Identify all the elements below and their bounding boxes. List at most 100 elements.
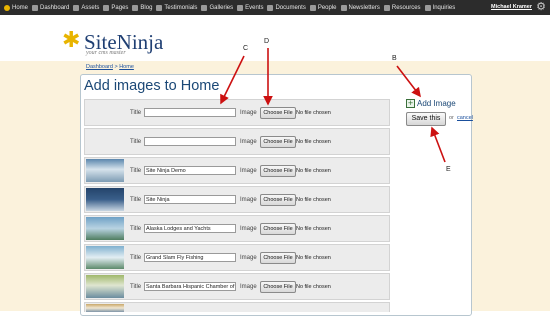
image-thumbnail [86,217,124,240]
image-row: Title Santa Barbara Hispanic Chamber of … [84,273,390,300]
title-label: Title [130,284,142,290]
image-thumbnail [86,246,124,269]
image-row: Title Image Choose File No file chosen [84,128,390,155]
add-image-label: Add Image [417,99,456,108]
choose-file-button[interactable]: Choose File [260,194,296,206]
image-label: Image [240,197,257,203]
image-label: Image [240,110,257,116]
choose-file-button[interactable]: Choose File [260,107,296,119]
newsletters-icon [340,4,347,11]
no-file-text: No file chosen [296,284,331,290]
nav-label: Dashboard [40,4,70,11]
choose-file-button[interactable]: Choose File [260,165,296,177]
star-logo-icon: ✱ [62,28,81,53]
or-text: or [449,115,454,121]
image-thumbnail [86,188,124,211]
title-input[interactable]: Site Ninja Demo [144,166,236,175]
nav-label: Blog [140,4,153,11]
nav-label: Inquiries [432,4,456,11]
title-label: Title [130,255,142,261]
dashboard-icon [32,4,39,11]
page-title: Add images to Home [84,78,220,94]
annotation-label-c: C [243,45,249,52]
title-label: Title [130,110,142,116]
header [0,15,550,61]
image-label: Image [240,255,257,261]
image-label: Image [240,139,257,145]
events-icon [237,4,244,11]
nav-item-galleries[interactable]: Galleries [201,4,234,11]
nav-label: Documents [275,4,306,11]
choose-file-button[interactable]: Choose File [260,281,296,293]
title-label: Title [130,139,142,145]
image-thumbnail [86,159,124,182]
breadcrumb-home-link[interactable]: Home [119,64,134,70]
choose-file-button[interactable]: Choose File [260,136,296,148]
nav-item-testimonials[interactable]: Testimonials [156,4,198,11]
nav-item-events[interactable]: Events [237,4,264,11]
nav-item-resources[interactable]: Resources [383,4,421,11]
nav-label: Home [12,4,29,11]
nav-label: Testimonials [164,4,198,11]
nav-item-newsletters[interactable]: Newsletters [340,4,380,11]
assets-icon [73,4,80,11]
documents-icon [267,4,274,11]
nav-item-blog[interactable]: Blog [132,4,153,11]
people-icon [309,4,316,11]
title-input[interactable] [144,137,236,146]
nav-label: Galleries [209,4,234,11]
image-row: Title Grand Slam Fly Fishing Image Choos… [84,244,390,271]
nav-label: Events [245,4,264,11]
cancel-link[interactable]: cancel [457,115,473,121]
no-file-text: No file chosen [296,168,331,174]
title-input[interactable]: Alaska Lodges and Yachts [144,224,236,233]
no-file-text: No file chosen [296,255,331,261]
pages-icon [103,4,110,11]
annotation-label-d: D [264,38,270,45]
user-name-link[interactable]: Michael Kramer [491,4,532,10]
nav-item-assets[interactable]: Assets [73,4,100,11]
title-label: Title [130,226,142,232]
breadcrumb: Dashboard > Home [86,64,134,70]
nav-label: Newsletters [348,4,380,11]
breadcrumb-dashboard-link[interactable]: Dashboard [86,64,113,70]
nav-item-people[interactable]: People [309,4,337,11]
testimonials-icon [156,4,163,11]
image-row: Title Site Ninja Image Choose File No fi… [84,186,390,213]
image-label: Image [240,284,257,290]
nav-item-home[interactable]: Home [4,4,29,11]
choose-file-button[interactable]: Choose File [260,252,296,264]
no-file-text: No file chosen [296,139,331,145]
resources-icon [383,4,390,11]
annotation-label-b: B [392,55,397,62]
inquiries-icon [424,4,431,11]
nav-item-inquiries[interactable]: Inquiries [424,4,456,11]
image-label: Image [240,168,257,174]
title-input[interactable]: Grand Slam Fly Fishing [144,253,236,262]
nav-item-documents[interactable]: Documents [267,4,306,11]
no-file-text: No file chosen [296,226,331,232]
no-file-text: No file chosen [296,110,331,116]
title-input[interactable] [144,108,236,117]
logo-tagline: your cms master [86,50,126,56]
title-input[interactable]: Santa Barbara Hispanic Chamber of [144,282,236,291]
nav-label: Assets [81,4,100,11]
nav-item-dashboard[interactable]: Dashboard [32,4,70,11]
title-label: Title [130,168,142,174]
image-row: Title Alaska Lodges and Yachts Image Cho… [84,215,390,242]
nav-item-pages[interactable]: Pages [103,4,128,11]
blog-icon [132,4,139,11]
gear-icon[interactable]: ⚙ [535,1,547,13]
save-button[interactable]: Save this [406,112,446,126]
image-label: Image [240,226,257,232]
top-navigation-bar: Home Dashboard Assets Pages Blog Testimo… [0,0,550,15]
no-file-text: No file chosen [296,197,331,203]
choose-file-button[interactable]: Choose File [260,223,296,235]
nav-label: Resources [391,4,421,11]
image-row: Title Site Ninja Demo Image Choose File … [84,157,390,184]
breadcrumb-separator: > [114,64,118,70]
add-image-link[interactable]: + Add Image [406,99,456,108]
image-thumbnail [86,275,124,298]
title-input[interactable]: Site Ninja [144,195,236,204]
nav-label: People [317,4,337,11]
